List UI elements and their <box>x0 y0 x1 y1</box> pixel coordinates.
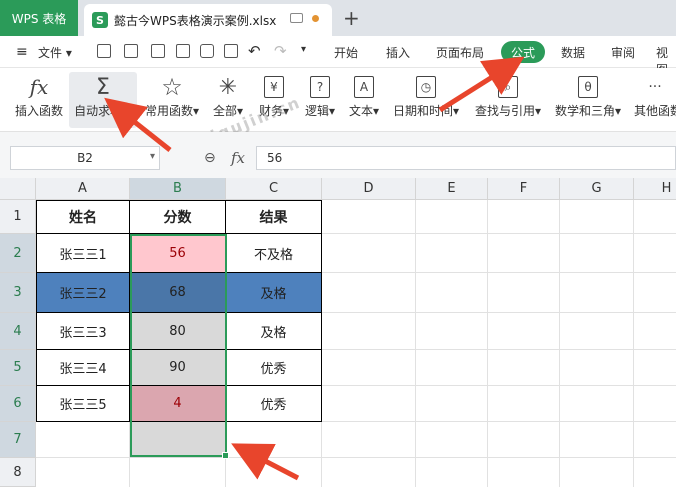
arrow-to-selection <box>231 443 300 481</box>
arrow-to-autosum <box>104 97 172 152</box>
arrow-to-formula-tab <box>438 56 525 113</box>
annotation-arrows <box>104 56 525 481</box>
